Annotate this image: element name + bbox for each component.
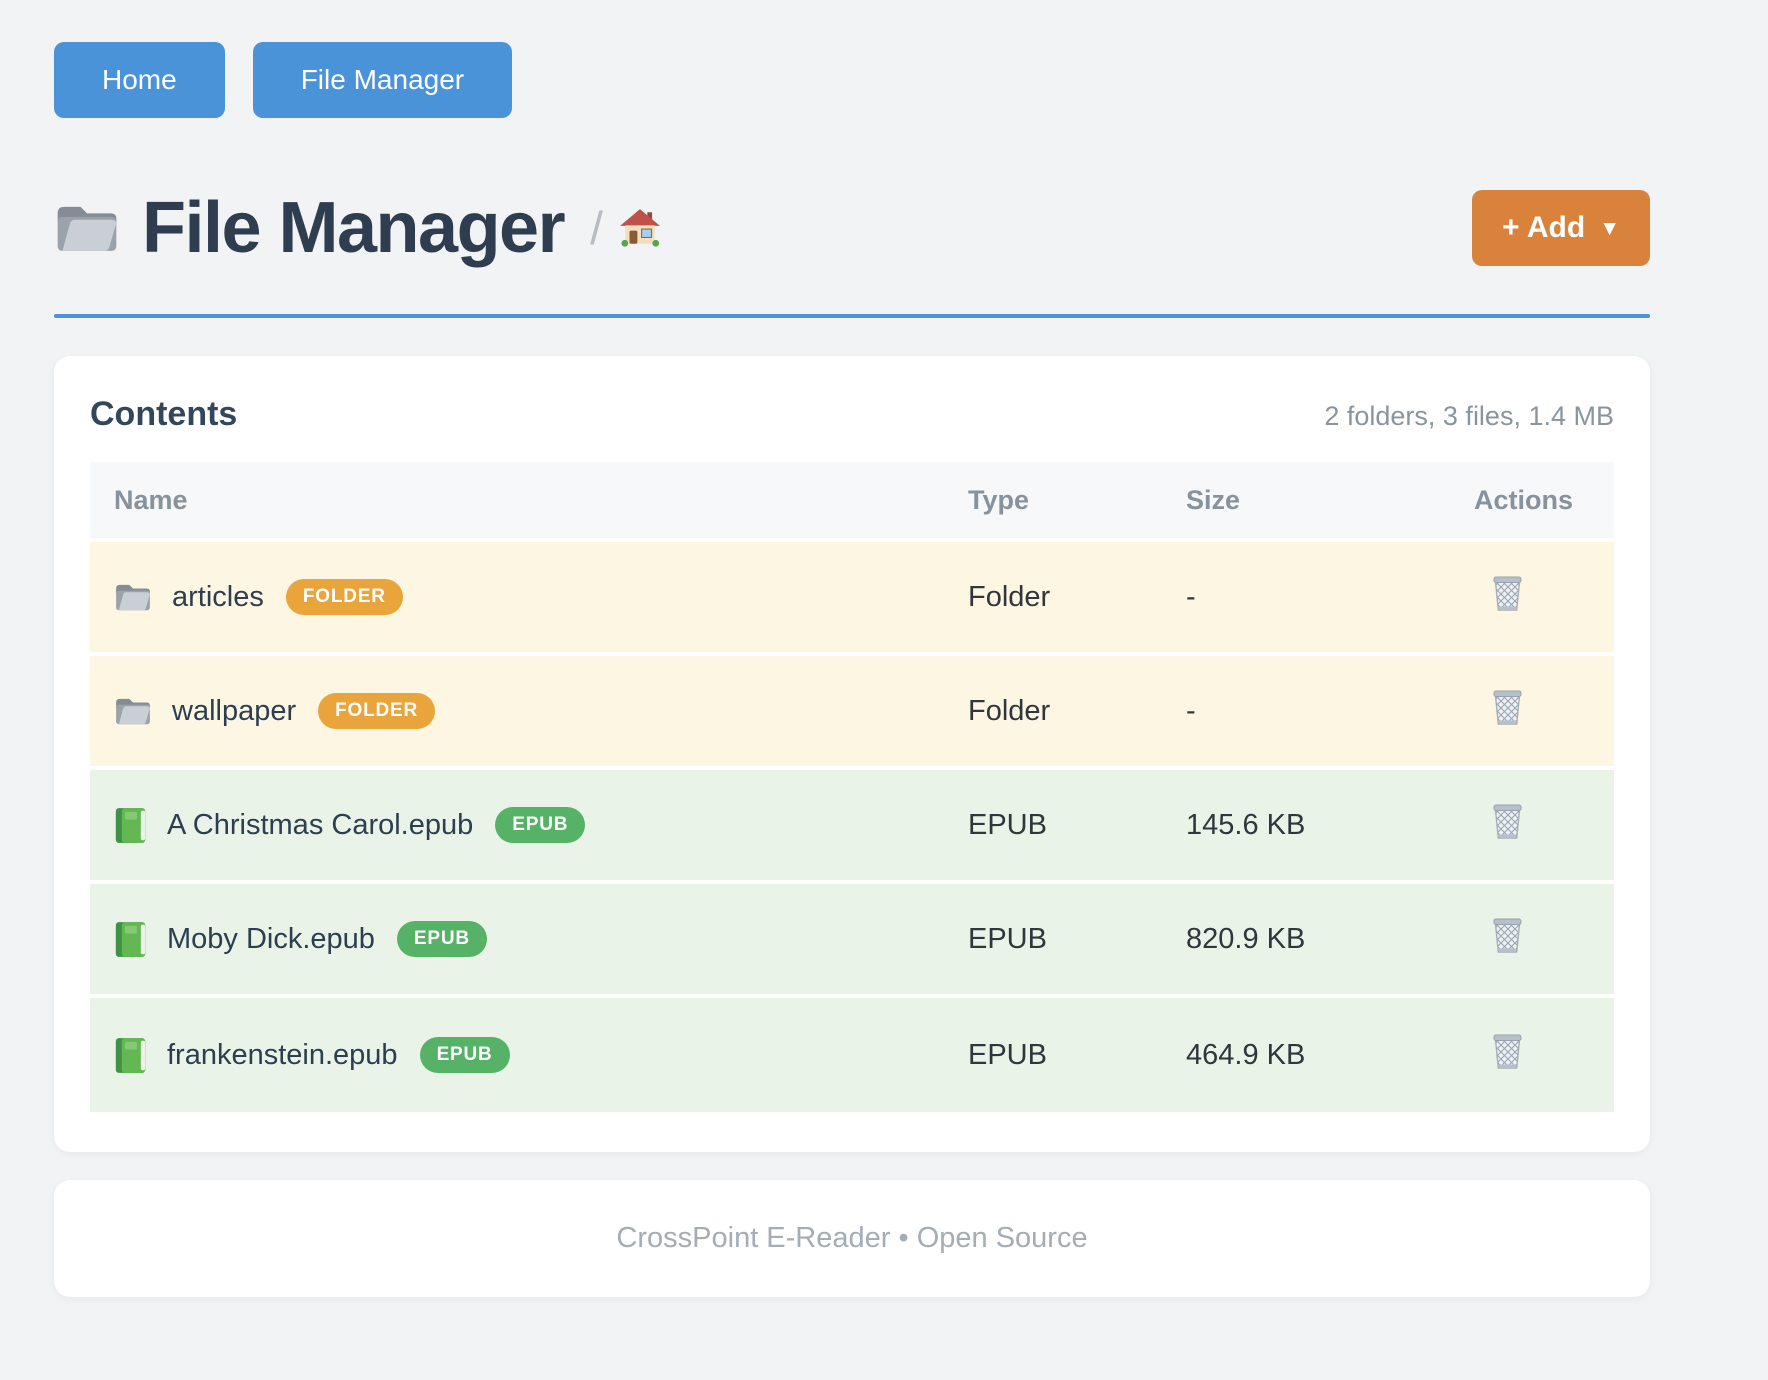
trash-icon	[1490, 687, 1525, 727]
size-cell: 820.9 KB	[1186, 923, 1474, 956]
column-header-name: Name	[90, 485, 968, 516]
home-breadcrumb-icon[interactable]	[619, 208, 661, 248]
book-icon	[114, 921, 147, 958]
book-icon	[114, 1037, 147, 1074]
column-header-actions: Actions	[1474, 485, 1614, 516]
epub-badge: EPUB	[397, 921, 487, 957]
type-cell: EPUB	[968, 809, 1186, 842]
delete-button[interactable]	[1490, 573, 1525, 613]
page-title: File Manager	[142, 192, 564, 264]
file-name-link[interactable]: wallpaper	[172, 695, 296, 728]
column-header-size: Size	[1186, 485, 1474, 516]
contents-header: Contents 2 folders, 3 files, 1.4 MB	[90, 392, 1614, 436]
file-name-link[interactable]: A Christmas Carol.epub	[167, 809, 473, 842]
table-row: frankenstein.epub EPUB EPUB 464.9 KB	[90, 998, 1614, 1112]
add-button[interactable]: + Add ▼	[1472, 190, 1650, 266]
table-row: articles FOLDER Folder -	[90, 542, 1614, 656]
divider	[54, 314, 1650, 318]
contents-summary: 2 folders, 3 files, 1.4 MB	[1324, 401, 1614, 432]
size-cell: -	[1186, 581, 1474, 614]
chevron-down-icon: ▼	[1599, 218, 1620, 239]
trash-icon	[1490, 573, 1525, 613]
size-cell: 464.9 KB	[1186, 1039, 1474, 1072]
folder-icon	[114, 580, 152, 614]
book-icon	[114, 807, 147, 844]
footer-card: CrossPoint E-Reader • Open Source	[54, 1180, 1650, 1297]
column-header-type: Type	[968, 485, 1186, 516]
breadcrumb-separator: /	[590, 201, 603, 255]
type-cell: Folder	[968, 695, 1186, 728]
contents-heading: Contents	[90, 392, 237, 436]
contents-card: Contents 2 folders, 3 files, 1.4 MB Name…	[54, 356, 1650, 1152]
folder-badge: FOLDER	[286, 579, 403, 615]
table-row: wallpaper FOLDER Folder -	[90, 656, 1614, 770]
file-name-link[interactable]: articles	[172, 581, 264, 614]
delete-button[interactable]	[1490, 801, 1525, 841]
file-name-link[interactable]: Moby Dick.epub	[167, 923, 375, 956]
type-cell: EPUB	[968, 923, 1186, 956]
file-name-link[interactable]: frankenstein.epub	[167, 1039, 398, 1072]
footer-text: CrossPoint E-Reader • Open Source	[616, 1222, 1087, 1255]
trash-icon	[1490, 801, 1525, 841]
table-row: Moby Dick.epub EPUB EPUB 820.9 KB	[90, 884, 1614, 998]
delete-button[interactable]	[1490, 687, 1525, 727]
epub-badge: EPUB	[495, 807, 585, 843]
folder-badge: FOLDER	[318, 693, 435, 729]
file-table: Name Type Size Actions articles FOLDER F…	[90, 462, 1614, 1112]
delete-button[interactable]	[1490, 1031, 1525, 1071]
trash-icon	[1490, 1031, 1525, 1071]
epub-badge: EPUB	[420, 1037, 510, 1073]
table-row: A Christmas Carol.epub EPUB EPUB 145.6 K…	[90, 770, 1614, 884]
table-header-row: Name Type Size Actions	[90, 462, 1614, 542]
folder-icon	[54, 200, 120, 256]
page-header: File Manager / + Add ▼	[54, 190, 1650, 266]
top-nav: Home File Manager	[54, 42, 1650, 118]
trash-icon	[1490, 915, 1525, 955]
file-manager-button[interactable]: File Manager	[253, 42, 512, 118]
size-cell: -	[1186, 695, 1474, 728]
type-cell: EPUB	[968, 1039, 1186, 1072]
file-manager-page: Home File Manager File Manager / + Add ▼…	[0, 0, 1768, 1297]
home-button[interactable]: Home	[54, 42, 225, 118]
type-cell: Folder	[968, 581, 1186, 614]
add-button-label: + Add	[1502, 213, 1585, 243]
delete-button[interactable]	[1490, 915, 1525, 955]
folder-icon	[114, 694, 152, 728]
size-cell: 145.6 KB	[1186, 809, 1474, 842]
title-group: File Manager /	[54, 192, 1472, 264]
